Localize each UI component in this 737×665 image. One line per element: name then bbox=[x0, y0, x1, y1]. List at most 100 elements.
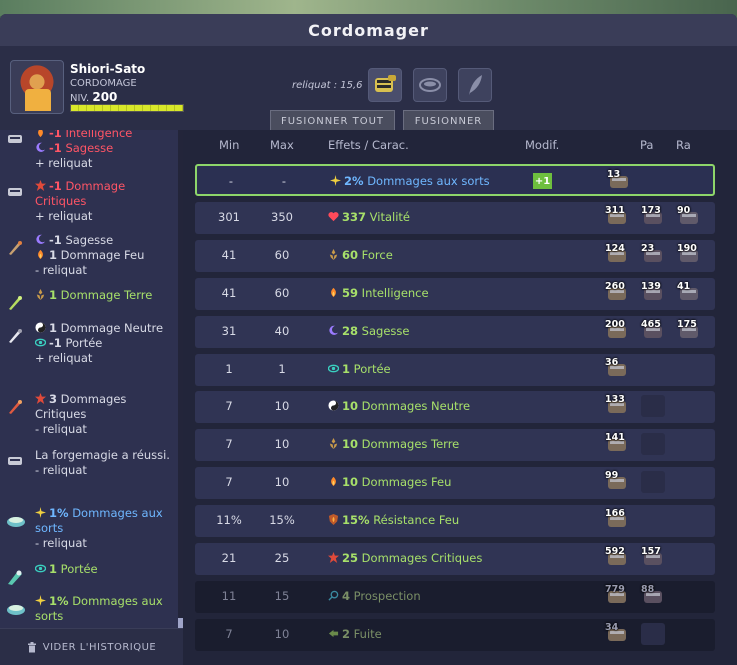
effect-name: Prospection bbox=[353, 588, 421, 603]
range-icon bbox=[35, 562, 49, 576]
history-value: 3 bbox=[49, 392, 58, 406]
effect-value: 28 bbox=[342, 323, 359, 338]
rune-count: 36 bbox=[605, 356, 619, 368]
history-line: 1 Dommage Neutre bbox=[35, 321, 175, 336]
rune-icon[interactable]: 200 bbox=[605, 319, 629, 342]
reliquat-label: reliquat : 15,6 bbox=[292, 80, 363, 91]
window-titlebar[interactable]: Cordomager bbox=[0, 14, 737, 46]
history-item-icon bbox=[6, 512, 26, 528]
history-value: -1 bbox=[49, 336, 62, 350]
rune-icon[interactable]: 779 bbox=[605, 584, 629, 607]
effect-value: 10 bbox=[342, 475, 359, 490]
effect-name: Dommages Terre bbox=[361, 437, 460, 452]
effect-name: Intelligence bbox=[361, 285, 429, 300]
history-value: -1 bbox=[49, 130, 62, 140]
effect-name: Dommages Neutre bbox=[361, 399, 471, 414]
rune-icon[interactable]: 190 bbox=[677, 243, 701, 266]
potion-slot[interactable] bbox=[458, 68, 492, 102]
rune-icon[interactable]: 139 bbox=[641, 280, 665, 304]
history-value: 1% bbox=[49, 594, 69, 608]
effect-value: 2 bbox=[342, 626, 351, 641]
item-icon bbox=[375, 75, 396, 92]
merge-button[interactable]: FUSIONNER bbox=[403, 110, 494, 132]
min-value: 7 bbox=[225, 475, 233, 490]
rune-icon[interactable]: 311 bbox=[605, 204, 629, 228]
rune-icon[interactable]: 592 bbox=[605, 546, 629, 569]
rune-icon[interactable]: 13 bbox=[607, 169, 631, 192]
effect-label: 15% Résistance Feu bbox=[328, 513, 459, 527]
max-value: 60 bbox=[274, 247, 290, 262]
table-row[interactable]: 7 10 10 Dommages Feu 99 bbox=[195, 467, 715, 500]
clear-history-button[interactable]: VIDER L'HISTORIQUE bbox=[0, 628, 183, 665]
table-row[interactable]: 301 350 337 Vitalité 311 173 90 bbox=[195, 201, 715, 234]
rune-icon[interactable]: 260 bbox=[605, 281, 629, 304]
rune-icon[interactable]: 88 bbox=[641, 584, 665, 607]
table-row[interactable]: 31 40 28 Sagesse 200 465 175 bbox=[195, 315, 715, 348]
table-row[interactable]: 111 Portée 36 bbox=[195, 353, 715, 386]
table-row[interactable]: 7 10 2 Fuite 34 bbox=[195, 618, 715, 651]
rune-icon[interactable]: 41 bbox=[677, 281, 701, 304]
history-value: -1 bbox=[49, 179, 62, 193]
table-row[interactable]: 41 60 59 Intelligence 260 139 41 bbox=[195, 277, 715, 310]
table-row[interactable]: 11 15 4 Prospection 779 88 bbox=[195, 580, 715, 613]
table-row-selected[interactable]: - - 2% Dommages aux sorts +1 13 bbox=[195, 164, 715, 196]
prospection-icon bbox=[328, 589, 342, 603]
history-item-icon bbox=[6, 600, 26, 616]
rune-icon[interactable]: 157 bbox=[641, 546, 665, 569]
effect-label: 59 Intelligence bbox=[328, 286, 429, 300]
effect-value: 2% bbox=[344, 174, 364, 188]
rune-empty-slot[interactable] bbox=[641, 622, 665, 645]
table-row[interactable]: 21 25 25 Dommages Critiques 592 157 bbox=[195, 543, 715, 575]
table-row[interactable]: 11% 15% 15% Résistance Feu 166 bbox=[195, 505, 715, 538]
effect-name: Dommages Critiques bbox=[361, 551, 483, 565]
rune-icon[interactable]: 173 bbox=[641, 204, 665, 228]
rune-count: 311 bbox=[605, 204, 625, 216]
rune-icon[interactable]: 36 bbox=[605, 356, 629, 380]
history-item-icon bbox=[6, 239, 26, 255]
history-line: -1 Dommage Critiques bbox=[35, 179, 175, 209]
rune-icon[interactable]: 166 bbox=[605, 508, 629, 531]
rune-empty-slot[interactable] bbox=[641, 395, 665, 418]
table-row[interactable]: 7 10 10 Dommages Neutre 133 bbox=[195, 391, 715, 424]
item-slot[interactable] bbox=[368, 68, 402, 102]
rune-icon[interactable]: 175 bbox=[677, 319, 701, 342]
history-item-icon bbox=[6, 185, 26, 201]
intelligence-icon bbox=[35, 130, 49, 140]
rune-icon[interactable]: 34 bbox=[605, 622, 629, 645]
spell-damage-icon bbox=[35, 506, 49, 520]
table-row[interactable]: 41 60 60 Force 124 23 190 bbox=[195, 239, 715, 272]
effect-label: 4 Prospection bbox=[328, 589, 421, 603]
wisdom-icon bbox=[35, 141, 49, 155]
rune-icon[interactable]: 465 bbox=[641, 319, 665, 342]
min-value: - bbox=[228, 174, 234, 188]
rune-icon[interactable]: 124 bbox=[605, 243, 629, 266]
effect-value: 10 bbox=[342, 399, 359, 414]
min-value: 11 bbox=[221, 588, 237, 603]
rune-count: 173 bbox=[641, 204, 661, 216]
effect-name: Fuite bbox=[353, 626, 382, 641]
effect-label: 337 Vitalité bbox=[328, 210, 410, 224]
history-text: Dommage Feu bbox=[60, 248, 145, 262]
rune-slot[interactable] bbox=[413, 68, 447, 102]
rune-icon[interactable]: 99 bbox=[605, 470, 629, 493]
range-icon bbox=[35, 336, 49, 350]
history-item-icon bbox=[6, 454, 26, 470]
rune-count: 133 bbox=[605, 394, 625, 406]
rune-icon[interactable]: 90 bbox=[677, 205, 701, 228]
rune-icon[interactable]: 141 bbox=[605, 432, 629, 455]
rune-empty-slot[interactable] bbox=[641, 471, 665, 494]
window-title: Cordomager bbox=[308, 20, 429, 40]
min-value: 21 bbox=[221, 551, 237, 565]
rune-icon[interactable]: 133 bbox=[605, 394, 629, 417]
effect-value: 59 bbox=[342, 285, 359, 300]
merge-all-button[interactable]: FUSIONNER TOUT bbox=[270, 110, 395, 132]
table-row[interactable]: 7 10 10 Dommages Terre 141 bbox=[195, 429, 715, 462]
min-value: 31 bbox=[221, 323, 237, 338]
history-line: 1 Portée bbox=[35, 562, 175, 577]
rune-icon[interactable]: 23 bbox=[641, 243, 665, 266]
rune-count: 139 bbox=[641, 280, 661, 292]
level-label: NIV. bbox=[70, 93, 90, 104]
flee-icon bbox=[328, 627, 342, 641]
history-line: 1% Dommages aux sorts bbox=[35, 594, 175, 624]
rune-empty-slot[interactable] bbox=[641, 433, 665, 456]
